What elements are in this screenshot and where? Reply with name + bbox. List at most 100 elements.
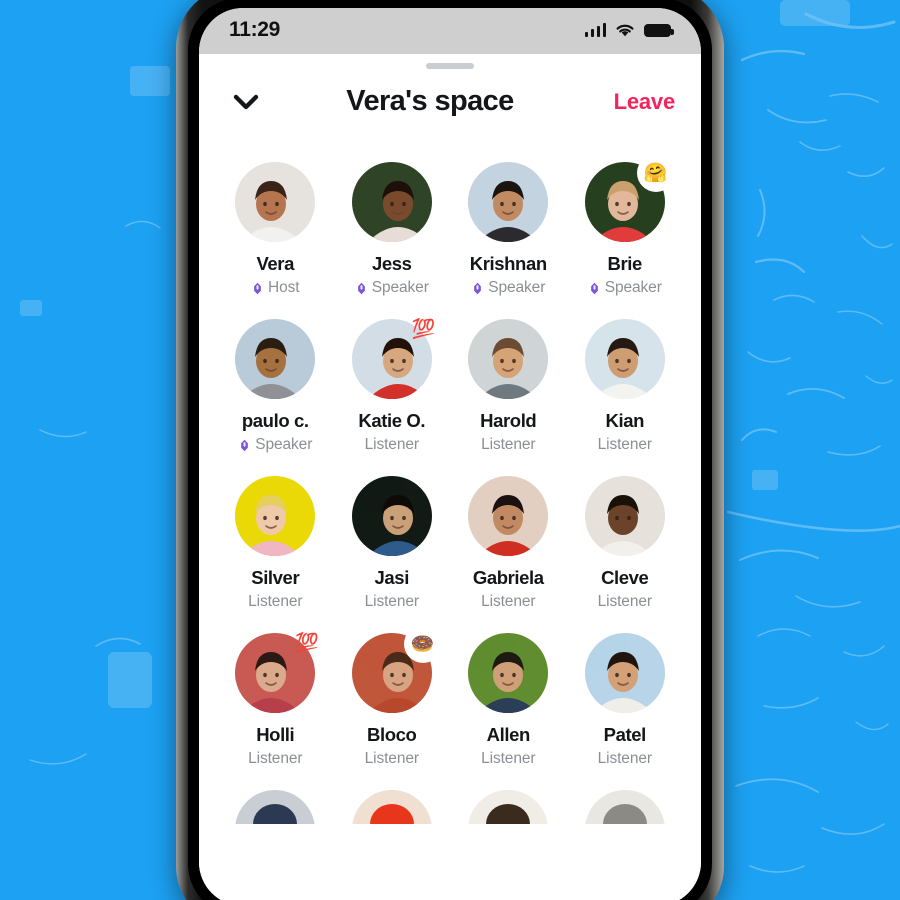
avatar[interactable] <box>584 476 665 556</box>
avatar[interactable] <box>468 162 549 242</box>
avatar[interactable] <box>351 162 432 242</box>
participant-role-label: Listener <box>481 593 536 610</box>
participant-role-label: Speaker <box>604 279 662 296</box>
participant-tile[interactable]: paulo c. Speaker <box>217 319 334 454</box>
avatar-image <box>584 476 665 556</box>
avatar-image <box>468 476 549 556</box>
participant-tile[interactable]: Harold Listener <box>450 319 567 454</box>
participant-name: Jess <box>371 253 412 274</box>
avatar-image <box>468 319 549 399</box>
participant-tile[interactable]: Jasi Listener <box>334 476 451 611</box>
participant-role: Listener <box>481 750 535 768</box>
avatar[interactable]: 💯 <box>351 319 436 399</box>
participants-grid-next-row <box>199 790 701 824</box>
avatar[interactable] <box>468 319 549 399</box>
avatar[interactable] <box>351 476 432 556</box>
avatar-image <box>351 790 432 824</box>
avatar-photo <box>584 790 665 824</box>
participant-tile[interactable]: 💯 Katie O. Listener <box>334 319 451 454</box>
participant-role: Listener <box>598 593 652 611</box>
participant-tile[interactable]: 🍩 Bloco Listener <box>334 627 451 768</box>
participant-tile[interactable]: 💯 Holli Listener <box>217 633 334 768</box>
avatar-photo <box>468 633 549 713</box>
avatar-image <box>468 790 549 824</box>
avatar[interactable] <box>235 319 316 399</box>
participant-name: Cleve <box>601 567 649 588</box>
avatar[interactable] <box>584 633 665 713</box>
participant-role-label: Speaker <box>371 279 429 296</box>
participant-role-label: Listener <box>597 750 652 767</box>
participants-scroll-area[interactable]: Vera Host Jess Speaker Krishnan Speaker … <box>199 124 701 880</box>
participant-role-label: Listener <box>248 593 303 610</box>
participant-role: Listener <box>481 436 535 454</box>
avatar[interactable] <box>235 162 316 242</box>
participant-tile[interactable]: Krishnan Speaker <box>450 162 567 297</box>
avatar-photo <box>584 633 665 713</box>
avatar-image <box>351 476 432 556</box>
participant-tile[interactable]: Silver Listener <box>217 476 334 611</box>
avatar-photo <box>468 476 549 556</box>
avatar-photo <box>351 790 432 824</box>
avatar[interactable] <box>468 476 549 556</box>
avatar-photo <box>468 319 549 399</box>
participant-tile-partial[interactable] <box>567 790 684 824</box>
avatar-photo <box>584 319 665 399</box>
participant-tile-partial[interactable] <box>450 790 567 824</box>
participant-role: Listener <box>598 750 652 768</box>
avatar[interactable] <box>235 476 316 556</box>
page-title: Vera's space <box>346 85 514 117</box>
participant-role-label: Listener <box>364 593 419 610</box>
participant-role: Listener <box>248 750 302 768</box>
phone-screen: 11:29 Vera's space Leave Vera Host Jess … <box>199 8 701 900</box>
participant-role: Listener <box>481 593 535 611</box>
participant-role-label: Listener <box>481 750 536 767</box>
participant-role: Speaker <box>588 279 662 297</box>
participant-tile-partial[interactable] <box>217 790 334 824</box>
status-bar: 11:29 <box>199 8 701 54</box>
participant-role: Listener <box>365 593 419 611</box>
participant-role: Host <box>251 279 300 297</box>
avatar-emoji-badge: 💯 <box>411 318 436 340</box>
microphone-icon <box>357 282 365 294</box>
participant-name: Katie O. <box>358 410 426 431</box>
participant-tile-partial[interactable] <box>334 790 451 824</box>
avatar-photo <box>235 790 316 824</box>
participant-role-label: Speaker <box>255 436 313 453</box>
participant-tile[interactable]: Gabriela Listener <box>450 476 567 611</box>
participant-name: Kian <box>605 410 645 431</box>
avatar-image <box>235 162 316 242</box>
participant-tile[interactable]: Kian Listener <box>567 319 684 454</box>
participant-role: Listener <box>598 436 652 454</box>
participant-tile[interactable]: Jess Speaker <box>334 162 451 297</box>
participant-role: Speaker <box>355 279 429 297</box>
avatar[interactable]: 🍩 <box>351 627 440 713</box>
participant-role-label: Listener <box>364 436 419 453</box>
participant-name: Krishnan <box>469 253 547 274</box>
participant-role: Listener <box>365 750 419 768</box>
participant-role: Speaker <box>471 279 545 297</box>
participant-name: Vera <box>256 253 295 274</box>
participant-tile[interactable]: Cleve Listener <box>567 476 684 611</box>
participant-name: Patel <box>603 724 647 745</box>
participant-tile[interactable]: Patel Listener <box>567 633 684 768</box>
participants-grid: Vera Host Jess Speaker Krishnan Speaker … <box>199 124 701 768</box>
avatar-photo <box>235 319 316 399</box>
participant-tile[interactable]: Allen Listener <box>450 633 567 768</box>
participant-role: Listener <box>365 436 419 454</box>
microphone-icon <box>474 282 482 294</box>
participant-tile[interactable]: Vera Host <box>217 162 334 297</box>
avatar-image <box>235 790 316 824</box>
avatar-photo <box>468 790 549 824</box>
avatar[interactable]: 💯 <box>235 633 319 713</box>
participant-name: Bloco <box>367 724 417 745</box>
leave-button[interactable]: Leave <box>599 89 676 115</box>
participant-tile[interactable]: 🤗 Brie Speaker <box>567 156 684 297</box>
participant-role-label: Speaker <box>488 279 546 296</box>
avatar[interactable] <box>584 319 665 399</box>
avatar[interactable]: 🤗 <box>584 156 673 242</box>
phone-device-frame: 11:29 Vera's space Leave Vera Host Jess … <box>176 0 724 900</box>
avatar-image <box>584 633 665 713</box>
avatar[interactable] <box>468 633 549 713</box>
cellular-bars-icon <box>584 23 606 37</box>
avatar-photo <box>468 162 549 242</box>
